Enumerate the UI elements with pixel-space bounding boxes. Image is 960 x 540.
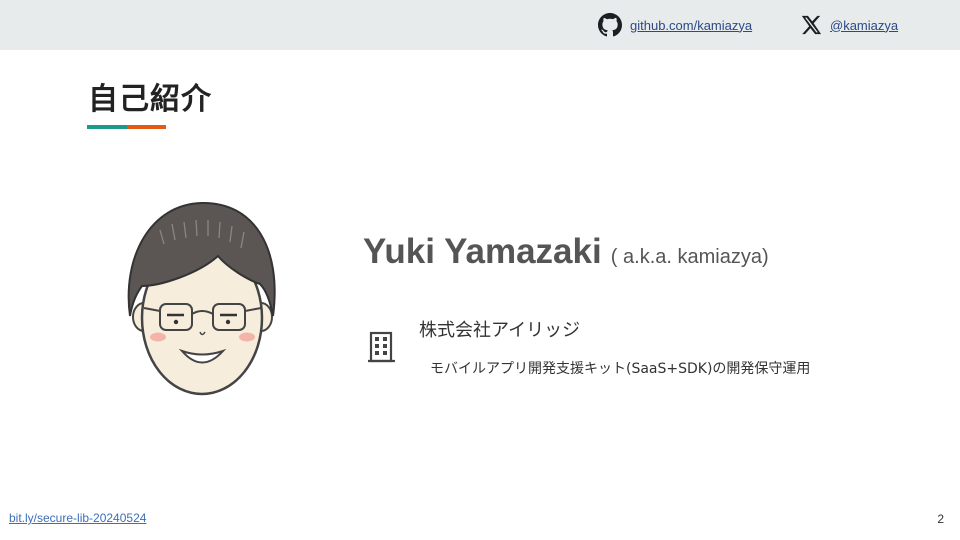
slide: github.com/kamiazya @kamiazya 自己紹介 Yuki bbox=[0, 0, 960, 540]
github-link[interactable]: github.com/kamiazya bbox=[630, 18, 752, 33]
github-icon[interactable] bbox=[598, 13, 622, 37]
x-link[interactable]: @kamiazya bbox=[830, 18, 898, 33]
profile-name: Yuki Yamazaki bbox=[363, 232, 602, 271]
building-icon bbox=[368, 331, 395, 363]
x-logo-icon[interactable] bbox=[800, 14, 822, 36]
profile-aka: ( a.k.a. kamiazya) bbox=[610, 246, 769, 268]
company-name: 株式会社アイリッジ bbox=[419, 320, 581, 341]
footer-link[interactable]: bit.ly/secure-lib-20240524 bbox=[9, 511, 146, 525]
avatar-illustration bbox=[127, 201, 276, 396]
page-number: 2 bbox=[937, 512, 944, 526]
job-description: モバイルアプリ開発支援キット(SaaS+SDK)の開発保守運用 bbox=[430, 361, 811, 377]
github-link-group[interactable]: github.com/kamiazya bbox=[598, 13, 752, 37]
profile-name-line: Yuki Yamazaki ( a.k.a. kamiazya) bbox=[363, 232, 769, 272]
header-bar: github.com/kamiazya @kamiazya bbox=[0, 0, 960, 50]
x-link-group[interactable]: @kamiazya bbox=[800, 13, 898, 37]
slide-title: 自己紹介 bbox=[88, 82, 212, 117]
title-accent-teal bbox=[87, 125, 127, 129]
title-accent-orange bbox=[127, 125, 166, 129]
